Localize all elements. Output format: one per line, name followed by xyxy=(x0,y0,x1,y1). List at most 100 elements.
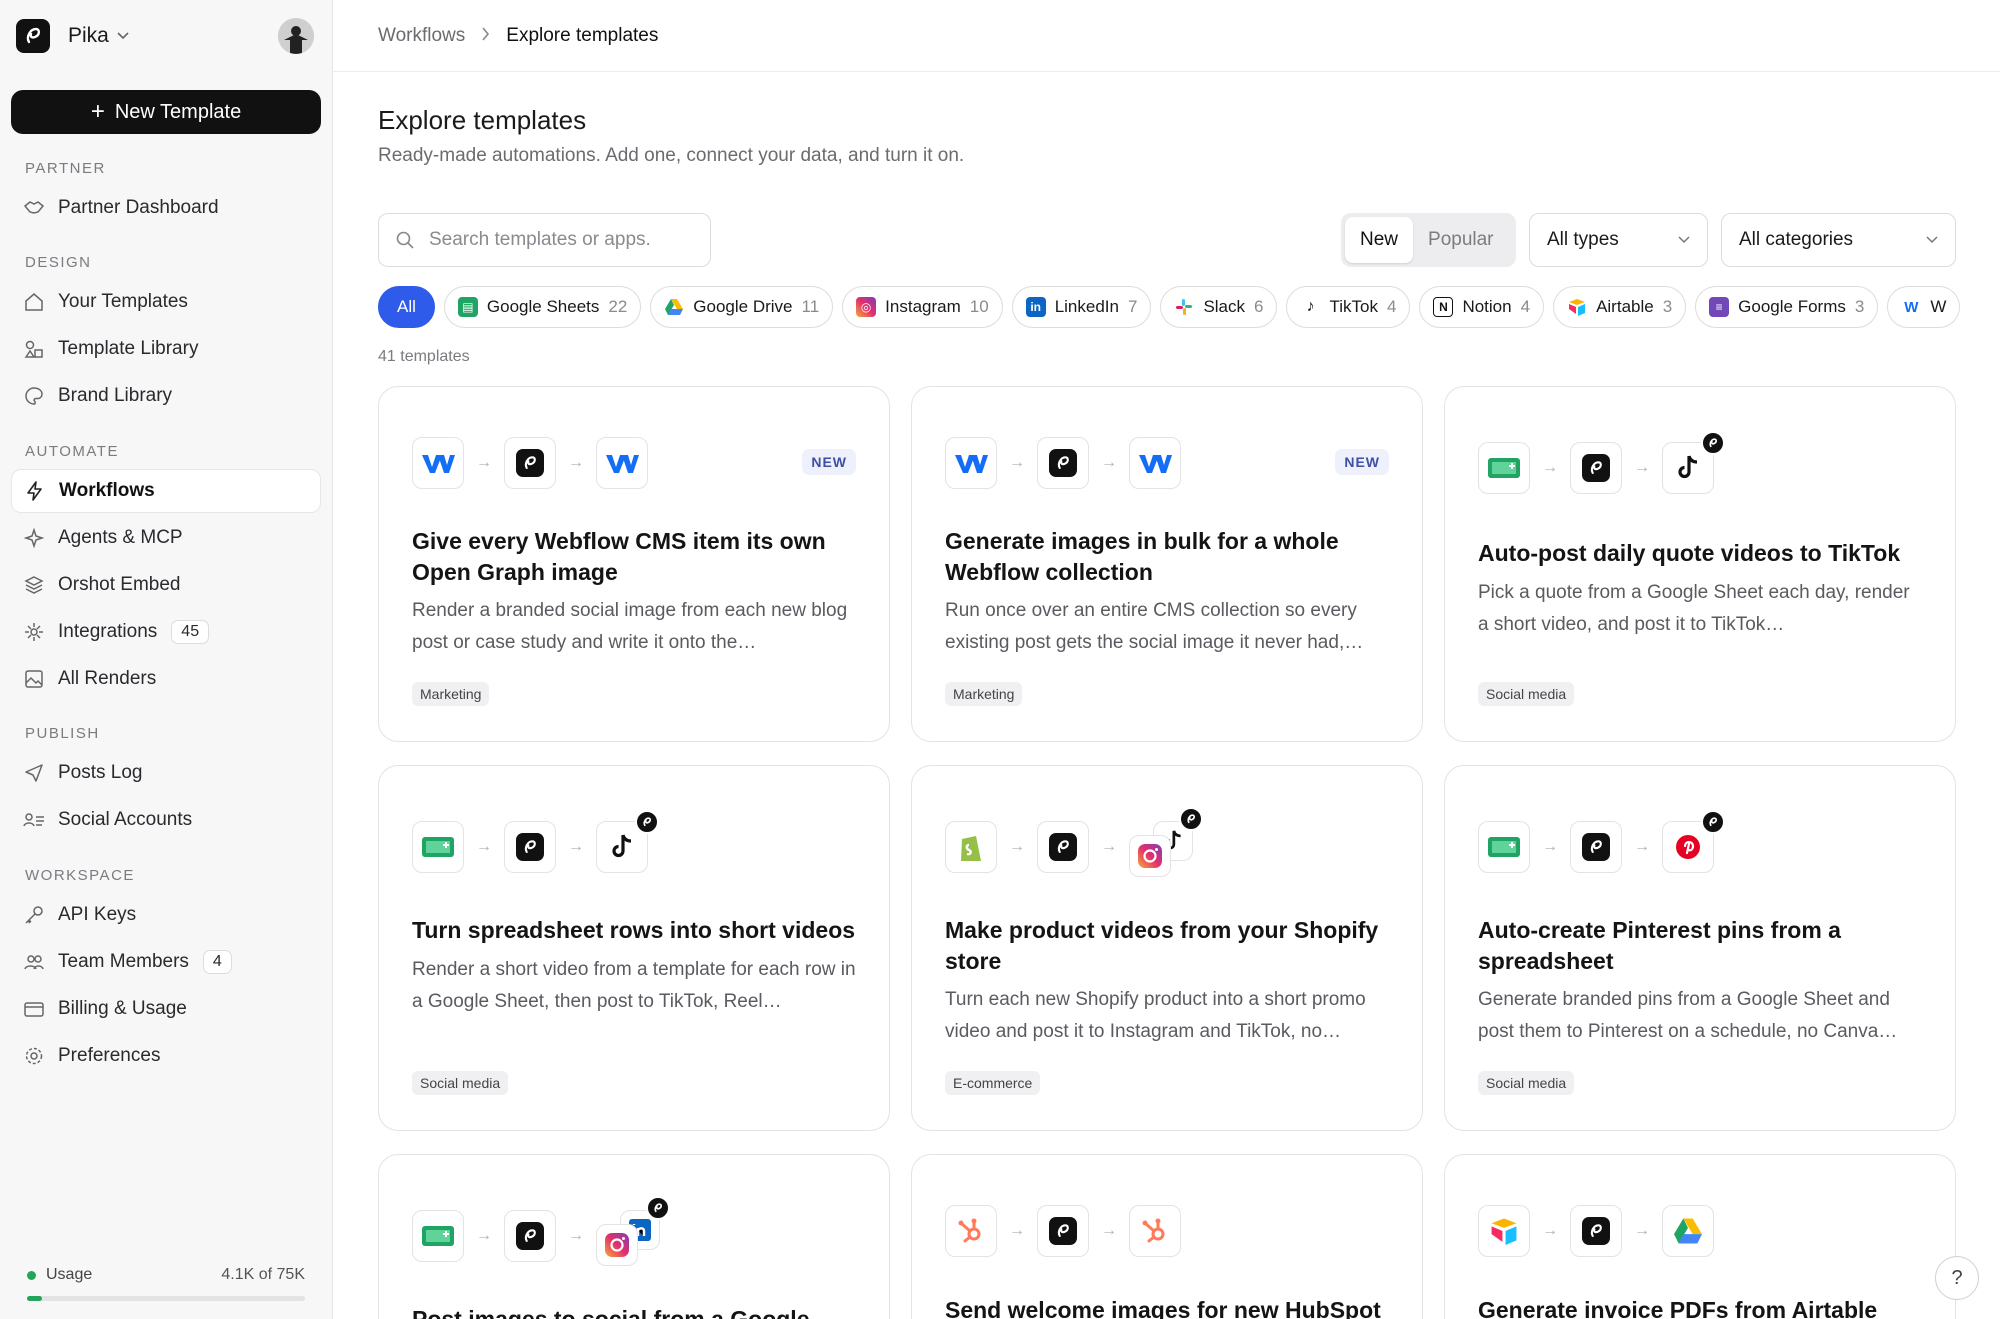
chip-instagram[interactable]: ◎ Instagram 10 xyxy=(842,286,1003,328)
sidebar-item-preferences[interactable]: Preferences xyxy=(11,1034,321,1078)
credit-card-icon xyxy=(23,998,45,1020)
chip-notion[interactable]: N Notion 4 xyxy=(1419,286,1545,328)
types-select-value: All types xyxy=(1547,229,1619,250)
instagram-icon xyxy=(1129,835,1171,877)
integrations-icon xyxy=(23,621,45,643)
chevron-down-icon xyxy=(117,27,129,45)
google-drive-icon xyxy=(664,297,684,317)
sidebar-item-your-templates[interactable]: Your Templates xyxy=(11,280,321,324)
arrow-right-icon: → xyxy=(568,454,584,471)
app-flow: → → xyxy=(1478,810,1725,873)
webflow-icon xyxy=(596,437,648,489)
app-flow: → → xyxy=(412,437,648,489)
card-title: Give every Webflow CMS item its own Open… xyxy=(412,528,826,585)
google-sheets-icon xyxy=(412,821,464,873)
sidebar-item-label: Posts Log xyxy=(58,762,143,783)
users-icon xyxy=(23,951,45,973)
chip-google-sheets[interactable]: ▤ Google Sheets 22 xyxy=(443,286,642,328)
template-card[interactable]: → → Make product videos from your Shopif… xyxy=(911,765,1423,1131)
card-description: Render a short video from a template for… xyxy=(412,959,856,1012)
gear-icon xyxy=(23,1045,45,1067)
card-title: Send welcome images for new HubSpot xyxy=(945,1297,1381,1319)
chip-label: TikTok xyxy=(1329,297,1378,316)
sidebar-item-orshot-embed[interactable]: Orshot Embed xyxy=(11,563,321,607)
lightning-icon xyxy=(24,480,46,502)
chip-webflow[interactable]: WW xyxy=(1887,286,1961,328)
sort-new-button[interactable]: New xyxy=(1345,217,1414,263)
key-icon xyxy=(23,904,45,926)
avatar[interactable] xyxy=(278,18,314,54)
search-input[interactable]: Search templates or apps. xyxy=(378,213,711,267)
new-badge: NEW xyxy=(802,449,856,475)
template-card[interactable]: → → NEW Give every Webflow CMS item its … xyxy=(378,386,890,742)
chip-label: Instagram xyxy=(885,297,961,316)
chip-slack[interactable]: Slack 6 xyxy=(1160,286,1278,328)
section-label-publish: PUBLISH xyxy=(25,725,100,742)
chip-label: Google Forms xyxy=(1738,297,1846,316)
chip-count: 10 xyxy=(969,297,989,316)
card-description: Pick a quote from a Google Sheet each da… xyxy=(1478,582,1910,635)
template-card[interactable]: → → Send welcome images for new HubSpot xyxy=(911,1154,1423,1319)
categories-select[interactable]: All categories xyxy=(1721,213,1956,267)
pika-logo-icon xyxy=(16,19,50,53)
chip-count: 3 xyxy=(1662,297,1673,316)
sidebar-item-social-accounts[interactable]: Social Accounts xyxy=(11,798,321,842)
template-card[interactable]: → → Auto-create Pinterest pins from a sp… xyxy=(1444,765,1956,1131)
template-card[interactable]: → → NEW Generate images in bulk for a wh… xyxy=(911,386,1423,742)
sidebar-item-partner-dashboard[interactable]: Partner Dashboard xyxy=(11,186,321,230)
orshot-badge-icon xyxy=(1701,431,1725,455)
arrow-right-icon: → xyxy=(1634,838,1650,855)
types-select[interactable]: All types xyxy=(1529,213,1708,267)
workspace-switcher[interactable]: Pika xyxy=(16,18,314,54)
sort-popular-button[interactable]: Popular xyxy=(1413,217,1509,263)
template-card[interactable]: → → Auto-post daily quote videos to TikT… xyxy=(1444,386,1956,742)
chip-count: 4 xyxy=(1386,297,1397,316)
chip-google-forms[interactable]: ≡ Google Forms 3 xyxy=(1695,286,1879,328)
palette-icon xyxy=(23,385,45,407)
chevron-right-icon xyxy=(481,25,490,47)
chip-all[interactable]: All xyxy=(378,286,435,328)
orshot-icon xyxy=(1570,1205,1622,1257)
instagram-tiktok-stack xyxy=(1129,807,1203,877)
sidebar-item-label: Template Library xyxy=(58,338,199,359)
hubspot-icon xyxy=(1129,1205,1181,1257)
app-filter-chips: All ▤ Google Sheets 22 Google Drive 11 ◎ Ins… xyxy=(378,286,1962,328)
arrow-right-icon: → xyxy=(476,454,492,471)
sidebar-item-brand-library[interactable]: Brand Library xyxy=(11,374,321,418)
help-button[interactable]: ? xyxy=(1935,1256,1979,1300)
page-subtitle: Ready-made automations. Add one, connect… xyxy=(378,145,965,166)
sidebar-item-api-keys[interactable]: API Keys xyxy=(11,893,321,937)
orshot-badge-icon xyxy=(635,810,659,834)
chip-google-drive[interactable]: Google Drive 11 xyxy=(650,286,834,328)
sidebar-item-workflows[interactable]: Workflows xyxy=(11,469,321,513)
sidebar-item-posts-log[interactable]: Posts Log xyxy=(11,751,321,795)
arrow-right-icon: → xyxy=(476,838,492,855)
chevron-down-icon xyxy=(1926,236,1938,244)
google-sheets-icon xyxy=(412,1210,464,1262)
breadcrumb-workflows[interactable]: Workflows xyxy=(378,25,465,47)
pinterest-icon xyxy=(1662,810,1725,873)
section-label-design: DESIGN xyxy=(25,254,92,271)
usage-label: Usage xyxy=(46,1266,93,1283)
sidebar-item-billing[interactable]: Billing & Usage xyxy=(11,987,321,1031)
template-card[interactable]: → → Post images to social from a Google xyxy=(378,1154,890,1319)
google-drive-icon xyxy=(1662,1205,1714,1257)
chip-tiktok[interactable]: ♪ TikTok 4 xyxy=(1286,286,1411,328)
sidebar-item-team-members[interactable]: Team Members 4 xyxy=(11,940,321,984)
template-card[interactable]: → → Turn spreadsheet rows into short vid… xyxy=(378,765,890,1131)
new-template-button[interactable]: + New Template xyxy=(11,90,321,134)
card-description: Generate branded pins from a Google Shee… xyxy=(1478,989,1898,1042)
sidebar-item-template-library[interactable]: Template Library xyxy=(11,327,321,371)
sidebar-item-agents-mcp[interactable]: Agents & MCP xyxy=(11,516,321,560)
chip-airtable[interactable]: Airtable 3 xyxy=(1553,286,1687,328)
chip-linkedin[interactable]: in LinkedIn 7 xyxy=(1011,286,1152,328)
arrow-right-icon: → xyxy=(1101,454,1117,471)
sidebar-item-integrations[interactable]: Integrations 45 xyxy=(11,610,321,654)
shopify-icon xyxy=(945,821,997,873)
airtable-icon xyxy=(1567,297,1587,317)
template-card[interactable]: → → Generate invoice PDFs from Airtable xyxy=(1444,1154,1956,1319)
sidebar-item-all-renders[interactable]: All Renders xyxy=(11,657,321,701)
tiktok-icon xyxy=(596,810,659,873)
card-title: Make product videos from your Shopify st… xyxy=(945,917,1379,974)
chip-count: 11 xyxy=(801,297,820,316)
